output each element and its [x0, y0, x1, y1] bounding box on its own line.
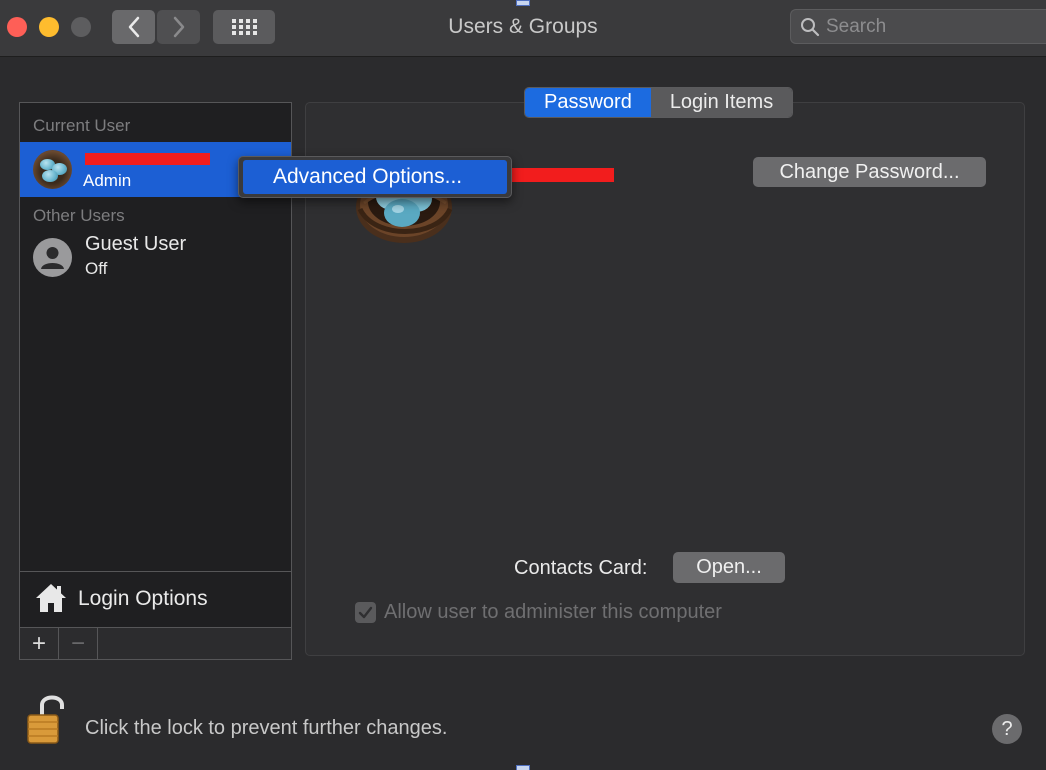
admin-checkbox[interactable]	[355, 602, 376, 623]
add-user-button[interactable]: +	[20, 628, 59, 660]
current-user-role: Admin	[83, 171, 132, 190]
login-options-label: Login Options	[78, 587, 208, 610]
user-avatar	[33, 150, 72, 189]
redacted-full-name	[512, 168, 614, 182]
guest-user-name: Guest User	[85, 233, 187, 255]
guest-user-row[interactable]: Guest User Off	[20, 230, 291, 285]
title-bar: Users & Groups	[0, 0, 1046, 57]
screenshot-edge-marker	[516, 765, 530, 770]
search-input[interactable]	[826, 15, 1026, 38]
search-icon	[800, 17, 820, 37]
guest-avatar	[33, 238, 72, 277]
search-field[interactable]	[790, 9, 1046, 44]
add-remove-bar: + −	[20, 627, 291, 660]
contacts-card-label: Contacts Card:	[514, 557, 648, 579]
login-options-item[interactable]: Login Options	[20, 571, 291, 627]
checkmark-icon	[358, 606, 373, 619]
house-icon	[34, 581, 68, 620]
current-user-section-label: Current User	[33, 116, 131, 135]
other-users-section-label: Other Users	[33, 206, 125, 225]
change-password-button[interactable]: Change Password...	[753, 157, 986, 187]
tab-login-items[interactable]: Login Items	[650, 88, 793, 117]
remove-user-button[interactable]: −	[59, 628, 98, 660]
lock-status-text: Click the lock to prevent further change…	[85, 717, 448, 739]
guest-user-status: Off	[85, 259, 108, 278]
help-icon[interactable]: ?	[992, 714, 1022, 744]
advanced-options-menu-item[interactable]: Advanced Options...	[243, 160, 507, 194]
admin-checkbox-row[interactable]: Allow user to administer this computer	[355, 601, 722, 624]
tab-password[interactable]: Password	[525, 88, 651, 117]
lock-open-icon[interactable]	[26, 693, 66, 750]
tab-bar: Password Login Items	[524, 87, 794, 118]
redacted-user-name	[85, 153, 210, 165]
admin-checkbox-label: Allow user to administer this computer	[384, 601, 722, 623]
person-icon	[41, 247, 64, 269]
screenshot-edge-marker	[516, 0, 530, 6]
open-contacts-button[interactable]: Open...	[673, 552, 785, 583]
context-menu: Advanced Options...	[238, 156, 512, 198]
